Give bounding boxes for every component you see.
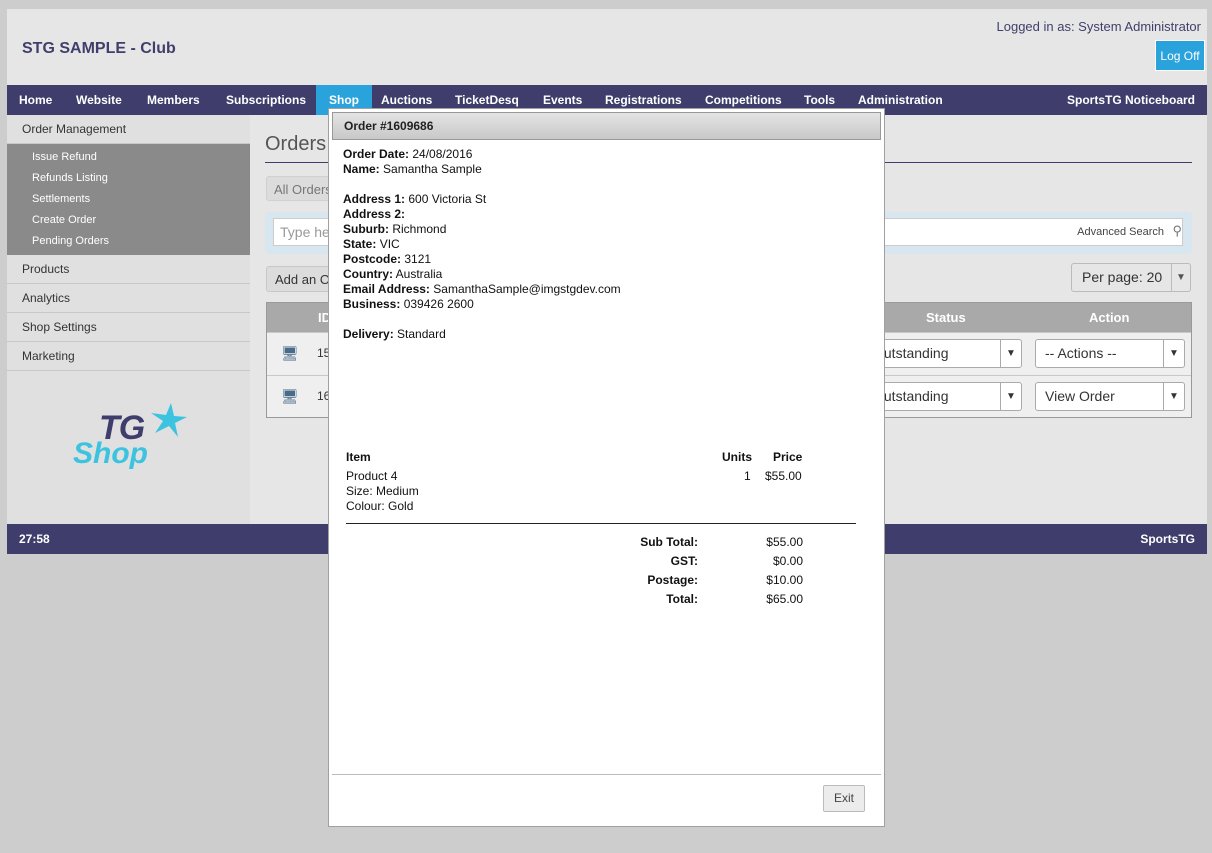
column-status[interactable]: Status <box>926 303 966 332</box>
header: STG SAMPLE - Club Logged in as: System A… <box>7 9 1207 85</box>
action-value: -- Actions -- <box>1045 345 1117 361</box>
items-header-price: Price <box>773 450 803 464</box>
logged-in-text: Logged in as: System Administrator <box>996 19 1202 34</box>
field-label: Email Address: <box>343 282 430 296</box>
club-title: STG SAMPLE - Club <box>22 40 176 57</box>
subtotal-value: $55.00 <box>766 535 803 549</box>
field-label: Postcode: <box>343 252 402 266</box>
field-label: Name: <box>343 162 380 176</box>
field-business: Business: 039426 2600 <box>343 297 474 311</box>
chevron-down-icon: ▼ <box>1163 340 1184 367</box>
field-value: Richmond <box>392 222 447 236</box>
item-detail: Size: Medium <box>346 484 419 498</box>
sidebar-order-management[interactable]: Order Management <box>7 115 250 144</box>
field-order-date: Order Date: 24/08/2016 <box>343 147 472 161</box>
sidebar-item-create-order[interactable]: Create Order <box>7 210 250 231</box>
nav-noticeboard[interactable]: SportsTG Noticeboard <box>1067 85 1195 115</box>
field-value: Samantha Sample <box>383 162 482 176</box>
field-delivery: Delivery: Standard <box>343 327 446 341</box>
advanced-search-link[interactable]: Advanced Search <box>1077 226 1164 238</box>
item-price: $55.00 <box>765 469 802 483</box>
log-off-button[interactable]: Log Off <box>1155 40 1205 71</box>
nav-website[interactable]: Website <box>76 85 122 115</box>
footer-brand: SportsTG <box>1140 532 1195 546</box>
logo-shop-text: Shop <box>73 437 148 470</box>
column-action[interactable]: Action <box>1089 303 1129 332</box>
field-label: Business: <box>343 297 401 311</box>
search-icon[interactable]: ⚲ <box>1172 223 1182 239</box>
field-label: Suburb: <box>343 222 389 236</box>
chevron-down-icon: ▼ <box>1171 264 1190 291</box>
items-divider <box>346 523 856 524</box>
chevron-down-icon: ▼ <box>1163 383 1184 410</box>
order-dialog: Order #1609686 Order Date: 24/08/2016 Na… <box>328 108 885 827</box>
total-value: $65.00 <box>766 592 803 606</box>
field-value: SamanthaSample@imgstgdev.com <box>433 282 621 296</box>
field-postcode: Postcode: 3121 <box>343 252 431 266</box>
star-icon <box>151 403 187 437</box>
field-email: Email Address: SamanthaSample@imgstgdev.… <box>343 282 621 296</box>
field-label: Order Date: <box>343 147 410 161</box>
subtotal-label: Sub Total: <box>640 535 698 549</box>
action-select[interactable]: -- Actions -- ▼ <box>1035 339 1185 368</box>
gst-value: $0.00 <box>772 554 803 568</box>
sidebar-item-analytics[interactable]: Analytics <box>7 284 250 313</box>
items-header-item: Item <box>346 450 371 464</box>
item-name: Product 4 <box>346 469 398 483</box>
nav-home[interactable]: Home <box>19 85 52 115</box>
item-detail: Colour: Gold <box>346 499 414 513</box>
postage-label: Postage: <box>647 573 698 587</box>
per-page-select[interactable]: Per page: 20 ▼ <box>1071 263 1191 292</box>
status-select[interactable]: Outstanding ▼ <box>863 382 1022 411</box>
chevron-down-icon: ▼ <box>1000 340 1021 367</box>
field-value: Standard <box>397 327 446 341</box>
dialog-title: Order #1609686 <box>332 112 881 140</box>
field-label: Address 1: <box>343 192 406 206</box>
action-select[interactable]: View Order ▼ <box>1035 382 1185 411</box>
computer-icon: 🖥 <box>281 388 299 404</box>
chevron-down-icon: ▼ <box>1000 383 1021 410</box>
sidebar-item-issue-refund[interactable]: Issue Refund <box>7 147 250 168</box>
sidebar: Order Management Issue Refund Refunds Li… <box>7 115 250 524</box>
tg-shop-logo: TG Shop <box>71 401 191 481</box>
sidebar-submenu: Issue Refund Refunds Listing Settlements… <box>7 144 250 255</box>
sidebar-item-shop-settings[interactable]: Shop Settings <box>7 313 250 342</box>
field-state: State: VIC <box>343 237 400 251</box>
computer-icon: 🖥 <box>281 345 299 361</box>
per-page-label: Per page: 20 <box>1082 269 1163 285</box>
field-label: Country: <box>343 267 393 281</box>
item-units: 1 <box>744 469 751 483</box>
field-value: Australia <box>395 267 443 281</box>
field-value: VIC <box>379 237 400 251</box>
total-label: Total: <box>666 592 698 606</box>
field-country: Country: Australia <box>343 267 442 281</box>
field-name: Name: Samantha Sample <box>343 162 482 176</box>
items-header-units: Units <box>722 450 752 464</box>
field-label: Delivery: <box>343 327 394 341</box>
sidebar-item-pending-orders[interactable]: Pending Orders <box>7 231 250 252</box>
field-suburb: Suburb: Richmond <box>343 222 446 236</box>
nav-members[interactable]: Members <box>147 85 200 115</box>
field-value: 24/08/2016 <box>412 147 473 161</box>
dialog-footer-divider <box>332 774 881 775</box>
field-address-2: Address 2: <box>343 207 405 221</box>
field-label: Address 2: <box>343 207 406 221</box>
field-value: 600 Victoria St <box>408 192 487 206</box>
postage-value: $10.00 <box>766 573 803 587</box>
nav-subscriptions[interactable]: Subscriptions <box>226 85 306 115</box>
field-label: State: <box>343 237 377 251</box>
field-address-1: Address 1: 600 Victoria St <box>343 192 486 206</box>
gst-label: GST: <box>670 554 698 568</box>
sidebar-item-products[interactable]: Products <box>7 255 250 284</box>
sidebar-item-settlements[interactable]: Settlements <box>7 189 250 210</box>
action-value: View Order <box>1045 388 1115 404</box>
status-select[interactable]: Outstanding ▼ <box>863 339 1022 368</box>
page-title: Orders <box>265 133 327 155</box>
field-value: 3121 <box>404 252 432 266</box>
footer-timer: 27:58 <box>19 532 50 546</box>
sidebar-item-marketing[interactable]: Marketing <box>7 342 250 371</box>
exit-button[interactable]: Exit <box>823 785 865 812</box>
sidebar-item-refunds-listing[interactable]: Refunds Listing <box>7 168 250 189</box>
field-value: 039426 2600 <box>403 297 474 311</box>
